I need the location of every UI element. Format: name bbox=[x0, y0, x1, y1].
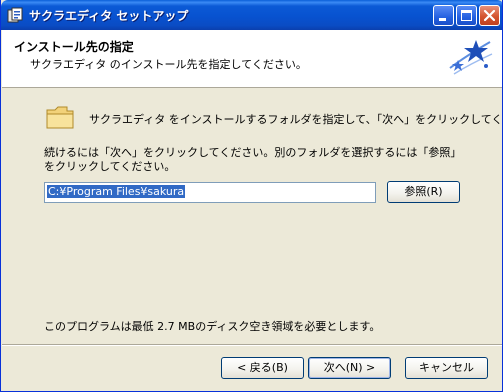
page-title: インストール先の指定 bbox=[14, 40, 134, 54]
page-subtitle: サクラエディタ のインストール先を指定してください。 bbox=[30, 58, 307, 71]
close-icon bbox=[483, 9, 496, 22]
disk-space-note: このプログラムは最低 2.7 MBのディスク空き領域を必要とします。 bbox=[44, 320, 381, 333]
title-bar[interactable]: サクラエディタ セットアップ bbox=[1, 0, 502, 30]
window-title: サクラエディタ セットアップ bbox=[29, 9, 189, 23]
instruction-text: 続けるには「次へ」をクリックしてください。別のフォルダを選択するには「参照」をク… bbox=[44, 146, 462, 173]
folder-icon bbox=[46, 106, 74, 129]
maximize-icon bbox=[461, 10, 472, 21]
folder-prompt: サクラエディタ をインストールするフォルダを指定して、「次へ」をクリックしてくだ… bbox=[89, 113, 503, 126]
setup-app-icon bbox=[7, 7, 23, 23]
maximize-button[interactable] bbox=[456, 5, 477, 26]
wizard-logo-icon bbox=[449, 40, 493, 75]
footer-separator bbox=[2, 344, 502, 346]
install-path-value: C:¥Program Files¥sakura bbox=[47, 185, 186, 198]
wizard-header: インストール先の指定 サクラエディタ のインストール先を指定してください。 bbox=[2, 30, 502, 88]
setup-window: サクラエディタ セットアップ インストール先の指定 サクラエディタ のインストー… bbox=[0, 0, 503, 392]
minimize-icon bbox=[439, 18, 446, 21]
minimize-button[interactable] bbox=[433, 5, 454, 26]
close-button[interactable] bbox=[479, 5, 500, 26]
back-button[interactable]: < 戻る(B) bbox=[221, 357, 304, 379]
cancel-button[interactable]: キャンセル bbox=[405, 357, 488, 379]
install-path-field[interactable]: C:¥Program Files¥sakura bbox=[44, 182, 376, 203]
browse-button[interactable]: 参照(R) bbox=[387, 181, 460, 203]
next-button[interactable]: 次へ(N) > bbox=[308, 357, 391, 379]
